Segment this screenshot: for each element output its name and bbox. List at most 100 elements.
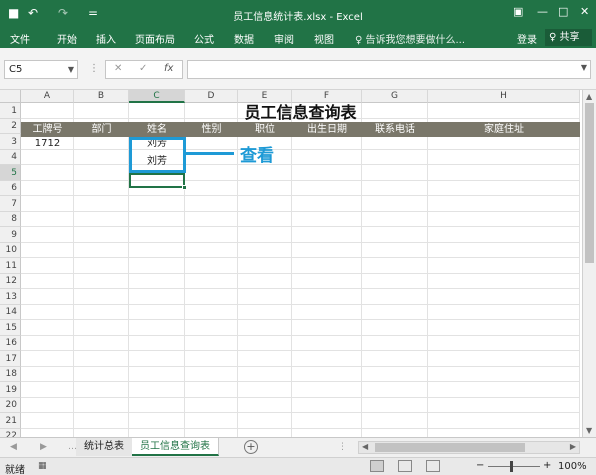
formula-input[interactable]: ▼ bbox=[187, 60, 591, 79]
sheet-tab-employee-query[interactable]: 员工信息查询表 bbox=[132, 438, 219, 456]
formula-bar-splitter[interactable]: ⋮ bbox=[89, 63, 99, 74]
row-header-20[interactable]: 20 bbox=[0, 398, 21, 413]
row-header-3[interactable]: 3 bbox=[0, 134, 21, 150]
minimize-icon[interactable]: — bbox=[537, 5, 548, 18]
tab-data[interactable]: 数据 bbox=[234, 31, 254, 46]
row-header-6[interactable]: 6 bbox=[0, 181, 21, 196]
page-break-view-icon[interactable] bbox=[426, 460, 440, 472]
row-header-12[interactable]: 12 bbox=[0, 274, 21, 289]
enter-icon[interactable]: ✓ bbox=[139, 63, 147, 74]
row-header-4[interactable]: 4 bbox=[0, 150, 21, 165]
horizontal-scroll-thumb[interactable] bbox=[375, 443, 525, 452]
row-header-22[interactable]: 22 bbox=[0, 429, 21, 437]
header-cell-g[interactable]: 联系电话 bbox=[362, 122, 428, 137]
zoom-in-icon[interactable]: + bbox=[543, 460, 551, 471]
formula-buttons: ✕ ✓ fx bbox=[105, 60, 183, 79]
header-cell-d[interactable]: 性别 bbox=[185, 122, 238, 137]
ribbon-display-icon[interactable]: ▣ bbox=[513, 5, 523, 18]
grid-line bbox=[21, 428, 580, 429]
login-button[interactable]: 登录 bbox=[517, 31, 537, 46]
column-header-a[interactable]: A bbox=[21, 90, 74, 103]
column-header-g[interactable]: G bbox=[362, 90, 428, 103]
close-icon[interactable]: ✕ bbox=[580, 5, 589, 18]
grid-line bbox=[21, 366, 580, 367]
row-header-16[interactable]: 16 bbox=[0, 336, 21, 351]
row-header-17[interactable]: 17 bbox=[0, 351, 21, 367]
tab-page-layout[interactable]: 页面布局 bbox=[135, 31, 175, 46]
row-header-19[interactable]: 19 bbox=[0, 382, 21, 398]
tab-home[interactable]: 开始 bbox=[57, 31, 77, 46]
tab-file[interactable]: 文件 bbox=[10, 31, 30, 46]
tab-splitter-icon[interactable]: ⋮ bbox=[338, 442, 347, 452]
add-sheet-icon[interactable]: + bbox=[244, 440, 258, 454]
sheet-next-icon[interactable]: ▶ bbox=[40, 442, 47, 452]
cell-a3[interactable]: 1712 bbox=[21, 137, 74, 150]
tab-view[interactable]: 视图 bbox=[314, 31, 334, 46]
zoom-out-icon[interactable]: − bbox=[476, 460, 484, 471]
zoom-slider[interactable] bbox=[488, 466, 540, 467]
row-header-14[interactable]: 14 bbox=[0, 305, 21, 320]
scroll-right-icon[interactable]: ▶ bbox=[570, 442, 576, 451]
row-header-1[interactable]: 1 bbox=[0, 103, 21, 119]
column-header-b[interactable]: B bbox=[74, 90, 129, 103]
sheet-tab-bar: ◀ ▶ … 统计总表 员工信息查询表 + ⋮ ◀ ▶ bbox=[0, 437, 596, 457]
row-header-2[interactable]: 2 bbox=[0, 119, 21, 134]
row-header-5[interactable]: 5 bbox=[0, 165, 21, 181]
row-header-10[interactable]: 10 bbox=[0, 243, 21, 258]
vertical-scroll-thumb[interactable] bbox=[585, 103, 594, 263]
row-header-15[interactable]: 15 bbox=[0, 320, 21, 336]
row-header-18[interactable]: 18 bbox=[0, 367, 21, 382]
share-button[interactable]: ♀ 共享 bbox=[545, 29, 592, 46]
row-header-7[interactable]: 7 bbox=[0, 196, 21, 212]
scroll-down-icon[interactable]: ▼ bbox=[586, 426, 592, 435]
tab-review[interactable]: 审阅 bbox=[274, 31, 294, 46]
row-header-9[interactable]: 9 bbox=[0, 227, 21, 243]
column-header-h[interactable]: H bbox=[428, 90, 580, 103]
sheet-prev-icon[interactable]: ◀ bbox=[10, 442, 17, 452]
tab-insert[interactable]: 插入 bbox=[96, 31, 116, 46]
grid-line bbox=[21, 195, 580, 196]
row-header-11[interactable]: 11 bbox=[0, 258, 21, 274]
scroll-left-icon[interactable]: ◀ bbox=[362, 442, 368, 451]
fill-handle[interactable] bbox=[182, 185, 187, 190]
normal-view-icon[interactable] bbox=[370, 460, 384, 472]
highlight-box bbox=[129, 137, 186, 173]
select-all-corner[interactable] bbox=[0, 90, 21, 103]
active-cell-c5[interactable] bbox=[129, 173, 185, 188]
grid-line bbox=[21, 319, 580, 320]
sheet-title[interactable]: 员工信息查询表 bbox=[21, 103, 580, 122]
zoom-slider-knob[interactable] bbox=[510, 461, 513, 472]
chevron-down-icon[interactable]: ▼ bbox=[68, 61, 74, 78]
row-header-21[interactable]: 21 bbox=[0, 413, 21, 429]
maximize-icon[interactable]: □ bbox=[558, 5, 568, 18]
zoom-level[interactable]: 100% bbox=[558, 461, 587, 472]
column-header-c[interactable]: C bbox=[129, 90, 185, 103]
name-box[interactable]: C5 ▼ bbox=[4, 60, 78, 79]
horizontal-scrollbar[interactable]: ◀ ▶ bbox=[358, 441, 580, 454]
row-header-8[interactable]: 8 bbox=[0, 212, 21, 227]
column-header-f[interactable]: F bbox=[292, 90, 362, 103]
status-bar: 就绪 ▦ − + 100% bbox=[0, 457, 596, 475]
vertical-scrollbar[interactable]: ▲ ▼ bbox=[582, 90, 596, 437]
scroll-up-icon[interactable]: ▲ bbox=[586, 92, 592, 101]
macro-record-icon[interactable]: ▦ bbox=[38, 461, 47, 471]
cancel-icon[interactable]: ✕ bbox=[114, 63, 122, 74]
header-cell-h[interactable]: 家庭住址 bbox=[428, 122, 580, 137]
header-cell-b[interactable]: 部门 bbox=[74, 122, 129, 137]
expand-formula-icon[interactable]: ▼ bbox=[581, 63, 587, 72]
header-cell-a[interactable]: 工牌号 bbox=[21, 122, 74, 137]
tab-formulas[interactable]: 公式 bbox=[194, 31, 214, 46]
page-layout-view-icon[interactable] bbox=[398, 460, 412, 472]
insert-function-icon[interactable]: fx bbox=[164, 63, 173, 74]
grid-line bbox=[21, 149, 580, 150]
header-cell-f[interactable]: 出生日期 bbox=[292, 122, 362, 137]
column-header-e[interactable]: E bbox=[238, 90, 292, 103]
header-cell-e[interactable]: 职位 bbox=[238, 122, 292, 137]
grid-line bbox=[21, 242, 580, 243]
sheet-tab-summary[interactable]: 统计总表 bbox=[76, 438, 133, 456]
tell-me-search[interactable]: ♀ 告诉我您想要做什么... bbox=[355, 31, 465, 46]
column-header-d[interactable]: D bbox=[185, 90, 238, 103]
header-cell-c[interactable]: 姓名 bbox=[129, 122, 185, 137]
row-header-13[interactable]: 13 bbox=[0, 289, 21, 305]
worksheet-grid[interactable]: ABCDEFGH 1 2 3 4 5 6 7 8 9 10 11 12 13 14 15 16 17 18 19 20… bbox=[0, 90, 596, 437]
